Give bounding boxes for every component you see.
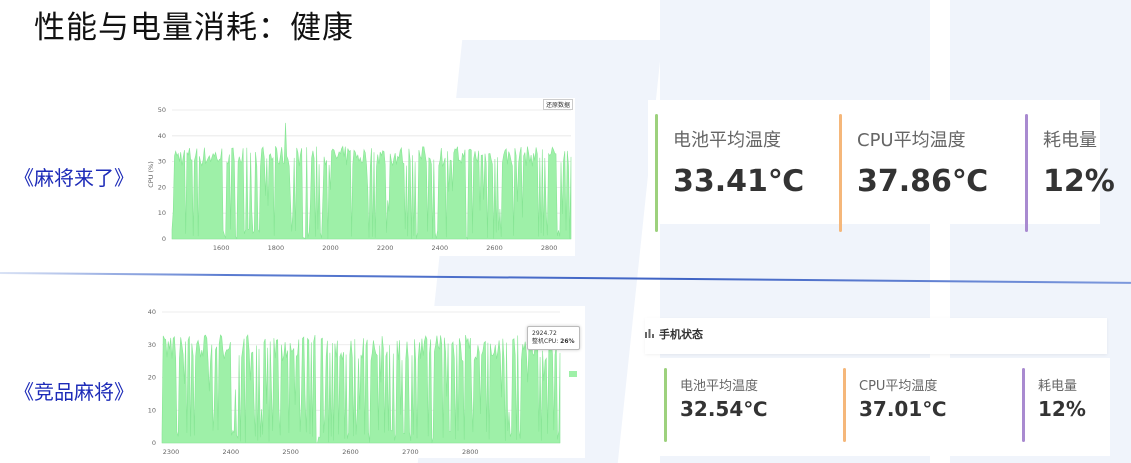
x-tick-label: 2400 <box>223 448 240 456</box>
x-tick-label: 2800 <box>462 448 479 456</box>
stat-value: 12% <box>1038 397 1086 421</box>
stat-value: 37.01℃ <box>859 397 947 421</box>
y-axis-label: CPU (%) <box>147 161 155 188</box>
stat-label: CPU平均温度 <box>857 130 966 151</box>
y-tick-label: 10 <box>148 406 156 414</box>
y-tick-label: 30 <box>148 341 156 349</box>
cpu-chart-2-svg: 0 10 20 30 40 2300 2400 2500 2600 2700 2800 <box>148 308 561 456</box>
x-tick-label: 2200 <box>377 244 394 252</box>
cpu-area-series <box>171 122 572 240</box>
stat-value: 12% <box>1043 164 1115 199</box>
phone-status-title: 手机状态 <box>659 328 703 341</box>
stat-cpu-temp-2: CPU平均温度 37.01℃ <box>843 368 1013 452</box>
stat-battery-temp-2: 电池平均温度 32.54℃ <box>664 368 834 452</box>
x-tick-label: 2300 <box>163 448 180 456</box>
x-tick-label: 2800 <box>541 244 558 252</box>
chart-tooltip: 2924.72 整机CPU: 26% <box>527 326 580 350</box>
stat-bar <box>1025 114 1028 232</box>
stat-power-2: 耗电量 12% <box>1022 368 1102 452</box>
y-tick-label: 0 <box>162 235 166 243</box>
stat-label: 耗电量 <box>1038 379 1078 394</box>
stat-cpu-temp-1: CPU平均温度 37.86℃ <box>839 114 1009 234</box>
stat-bar <box>655 114 658 232</box>
legend-tag[interactable]: 还原数据 <box>543 99 574 110</box>
stat-value: 33.41℃ <box>673 164 805 199</box>
x-tick-label: 2500 <box>282 448 299 456</box>
stat-power-1: 耗电量 12% <box>1025 114 1115 234</box>
x-tick-label: 1600 <box>213 244 230 252</box>
cpu-chart-1: 0 10 20 30 40 50 1600 1800 2000 2200 2400 2600 2800 C… <box>145 98 575 256</box>
tooltip-x: 2924.72 <box>532 330 557 337</box>
x-tick-label: 2600 <box>486 244 503 252</box>
stat-value: 37.86℃ <box>857 164 989 199</box>
stat-bar <box>1022 368 1025 442</box>
y-tick-label: 40 <box>148 308 156 316</box>
phone-status-header: 手机状态 <box>645 318 1107 354</box>
cpu-chart-2: 0 10 20 30 40 2300 2400 2500 2600 2700 2800 2924.7… <box>140 306 585 458</box>
x-tick-label: 2400 <box>432 244 449 252</box>
tooltip-label: 整机CPU: <box>532 338 559 345</box>
stat-label: 电池平均温度 <box>680 379 759 394</box>
cpu-chart-1-svg: 0 10 20 30 40 50 1600 1800 2000 2200 2400 2600 2800 C… <box>147 106 572 252</box>
stat-bar <box>839 114 842 232</box>
y-tick-label: 10 <box>158 209 166 217</box>
legend-swatch[interactable] <box>569 371 577 377</box>
stat-battery-temp-1: 电池平均温度 33.41℃ <box>655 114 825 234</box>
cpu-area-series <box>161 334 561 444</box>
x-tick-label: 2000 <box>322 244 339 252</box>
stat-bar <box>664 368 667 442</box>
x-tick-label: 1800 <box>268 244 285 252</box>
stat-label: 耗电量 <box>1043 130 1097 151</box>
y-tick-label: 40 <box>158 132 166 140</box>
y-tick-label: 50 <box>158 106 166 114</box>
stats-card-1: 电池平均温度 33.41℃ CPU平均温度 37.86℃ 耗电量 12% <box>648 100 1115 232</box>
x-tick-label: 2700 <box>402 448 419 456</box>
tooltip-row: 整机CPU: 26% <box>532 338 575 346</box>
tooltip-value: 26% <box>560 338 575 345</box>
stat-label: 电池平均温度 <box>673 130 781 151</box>
stat-value: 32.54℃ <box>680 397 768 421</box>
y-tick-label: 20 <box>158 183 166 191</box>
page-title: 性能与电量消耗：健康 <box>34 10 354 46</box>
y-tick-label: 20 <box>148 374 156 382</box>
bar-chart-icon <box>645 329 654 338</box>
game-label-2: 《竞品麻将》 <box>14 380 134 404</box>
y-tick-label: 30 <box>158 158 166 166</box>
stats-card-2: 电池平均温度 32.54℃ CPU平均温度 37.01℃ 耗电量 12% <box>648 358 1110 456</box>
x-tick-label: 2600 <box>342 448 359 456</box>
stat-bar <box>843 368 846 442</box>
game-label-1: 《麻将来了》 <box>14 166 134 190</box>
stat-label: CPU平均温度 <box>859 379 938 394</box>
y-tick-label: 0 <box>152 439 156 447</box>
